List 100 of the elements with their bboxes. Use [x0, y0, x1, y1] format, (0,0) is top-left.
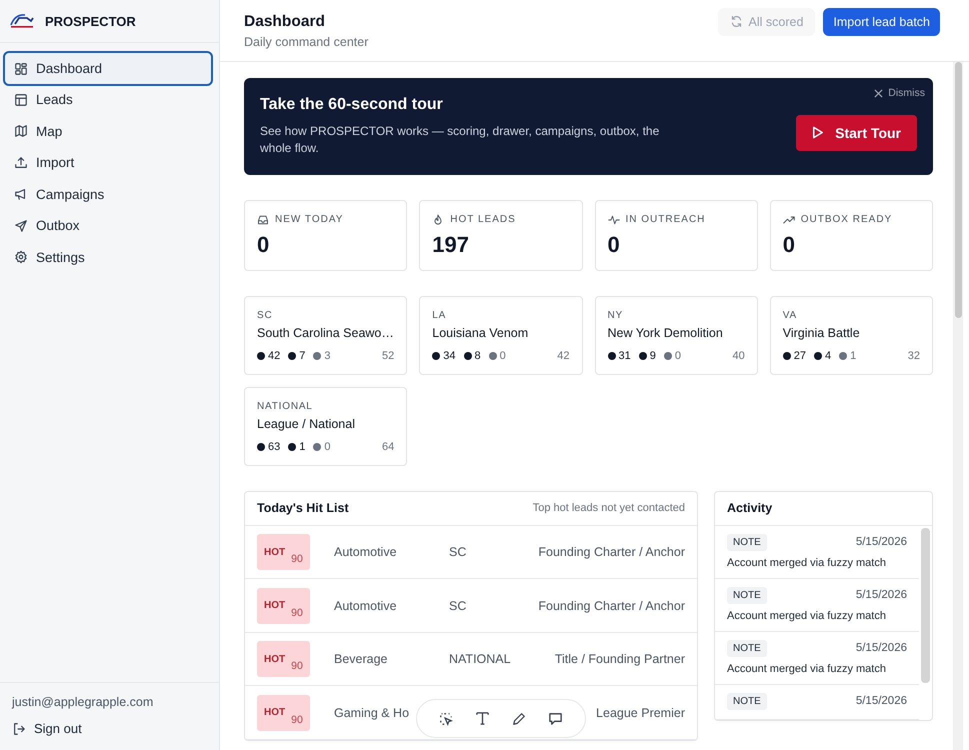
count-value: 9 [650, 350, 656, 362]
package-cell: Founding Charter / Anchor [538, 598, 685, 613]
stat-label: IN OUTREACH [626, 214, 706, 226]
activity-date: 5/15/2026 [856, 536, 907, 548]
stat-label: NEW TODAY [275, 214, 344, 226]
logo-icon [9, 13, 35, 29]
hot-score-badge: HOT 90 [257, 588, 310, 624]
count-value: 0 [324, 440, 330, 453]
count-value: 31 [618, 350, 631, 362]
team-name: Virginia Battle [782, 326, 861, 340]
scrollbar[interactable] [921, 528, 930, 683]
note-tag: NOTE [727, 586, 767, 604]
note-tag: NOTE [727, 534, 767, 551]
grid-icon [14, 62, 28, 76]
total-count: 52 [382, 350, 394, 362]
dismiss-button[interactable]: Dismiss [874, 87, 925, 99]
activity-text: Account merged via fuzzy match [727, 662, 887, 675]
team-card[interactable]: NY New York Demolition 31 9 0 40 [594, 296, 758, 375]
count-value: 4 [825, 350, 832, 362]
import-button[interactable]: Import lead batch [823, 8, 940, 36]
count-value: 0 [674, 350, 681, 362]
nav-item[interactable]: Map [3, 116, 213, 147]
stat-value: 0 [782, 232, 796, 258]
total-count: 40 [732, 350, 745, 362]
brand-name: PROSPECTOR [45, 14, 136, 28]
nav-item[interactable]: Leads [3, 84, 213, 116]
activity-text: Account merged via fuzzy match [727, 556, 887, 569]
activity-title: Activity [727, 501, 772, 516]
package-cell: Title / Founding Partner [554, 652, 685, 666]
nav-item[interactable]: Import [3, 147, 213, 178]
team-card[interactable]: LA Louisiana Venom 34 8 0 42 [419, 296, 582, 375]
hit-list-subtitle: Top hot leads not yet contacted [532, 502, 685, 514]
user-email: justin@applegrapple.com [12, 695, 154, 709]
team-card[interactable]: NATIONAL League / National 63 1 0 64 [244, 386, 408, 466]
count-value: 27 [794, 350, 806, 362]
stat-value: 0 [608, 232, 621, 258]
tour-title: Take the 60-second tour [260, 96, 444, 114]
team-code: NATIONAL [257, 400, 314, 412]
hot-score-badge: HOT 90 [257, 641, 310, 678]
close-icon [874, 88, 884, 98]
activity-date: 5/15/2026 [856, 642, 907, 654]
nav-item[interactable]: Campaigns [3, 178, 213, 210]
stat-label: HOT LEADS [450, 214, 516, 226]
nav-item[interactable]: Dashboard [3, 51, 213, 86]
map-icon [14, 124, 28, 138]
lead-row[interactable]: HOT 90 Automotive SC Founding Charter / Anchor [245, 579, 697, 633]
text-icon[interactable] [475, 711, 490, 726]
tour-description: See how PROSPECTOR works — scoring, drawer, campaigns, outbox, the whole flow. [260, 123, 660, 158]
trend-icon [782, 214, 795, 226]
count-value: 1 [850, 350, 856, 362]
nav-item[interactable]: Outbox [3, 210, 213, 242]
sign-out-icon [12, 722, 26, 736]
scrollbar[interactable] [953, 62, 963, 750]
note-tag: NOTE [727, 640, 767, 657]
nav-item[interactable]: Settings [3, 242, 213, 273]
team-card[interactable]: VA Virginia Battle 27 4 1 32 [770, 296, 933, 375]
hot-score-badge: HOT 90 [257, 534, 310, 570]
count-value: 1 [299, 440, 306, 453]
inbox-icon [257, 214, 269, 226]
count-value: 3 [324, 350, 330, 362]
count-value: 7 [299, 350, 306, 362]
count-value: 63 [268, 440, 280, 453]
stat-value: 0 [257, 232, 270, 258]
start-tour-button[interactable]: Start Tour [796, 114, 917, 151]
industry-cell: Automotive [334, 598, 397, 613]
flame-icon [432, 214, 444, 226]
team-name: South Carolina Seawo… [257, 326, 394, 340]
total-count: 32 [908, 350, 920, 362]
team-code: SC [257, 310, 274, 321]
stat-value: 197 [432, 232, 470, 258]
upload-icon [14, 156, 28, 170]
pulse-icon [608, 214, 620, 226]
package-cell: League Premier [596, 706, 685, 720]
comment-icon[interactable] [548, 711, 563, 726]
stat-label: OUTBOX READY [800, 214, 892, 226]
team-code: VA [782, 310, 798, 321]
send-icon [14, 218, 28, 233]
megaphone-icon [14, 187, 28, 202]
lead-row[interactable]: HOT 90 Beverage NATIONAL Title / Founding Partner [245, 632, 697, 686]
hot-score-badge: HOT 90 [257, 694, 310, 731]
activity-date: 5/15/2026 [856, 589, 907, 602]
select-icon[interactable] [439, 712, 453, 726]
pencil-icon[interactable] [512, 712, 526, 726]
table-icon [14, 92, 28, 107]
package-cell: Founding Charter / Anchor [538, 545, 685, 560]
count-value: 8 [474, 350, 481, 362]
activity-text: Account merged via fuzzy match [727, 610, 887, 622]
industry-cell: Gaming & Ho [334, 706, 410, 720]
hit-list-title: Today's Hit List [257, 501, 349, 516]
sign-out-button[interactable]: Sign out [12, 713, 207, 744]
count-value: 34 [443, 350, 456, 362]
gear-icon [14, 250, 28, 264]
total-count: 64 [382, 440, 394, 453]
note-tag: NOTE [727, 692, 767, 710]
team-card[interactable]: SC South Carolina Seawo… 42 7 3 52 [244, 296, 408, 375]
count-value: 42 [268, 350, 280, 362]
team-name: New York Demolition [608, 326, 724, 340]
count-value: 0 [500, 350, 506, 362]
activity-date: 5/15/2026 [856, 695, 907, 708]
lead-row[interactable]: HOT 90 Automotive SC Founding Charter / Anchor [245, 526, 697, 580]
